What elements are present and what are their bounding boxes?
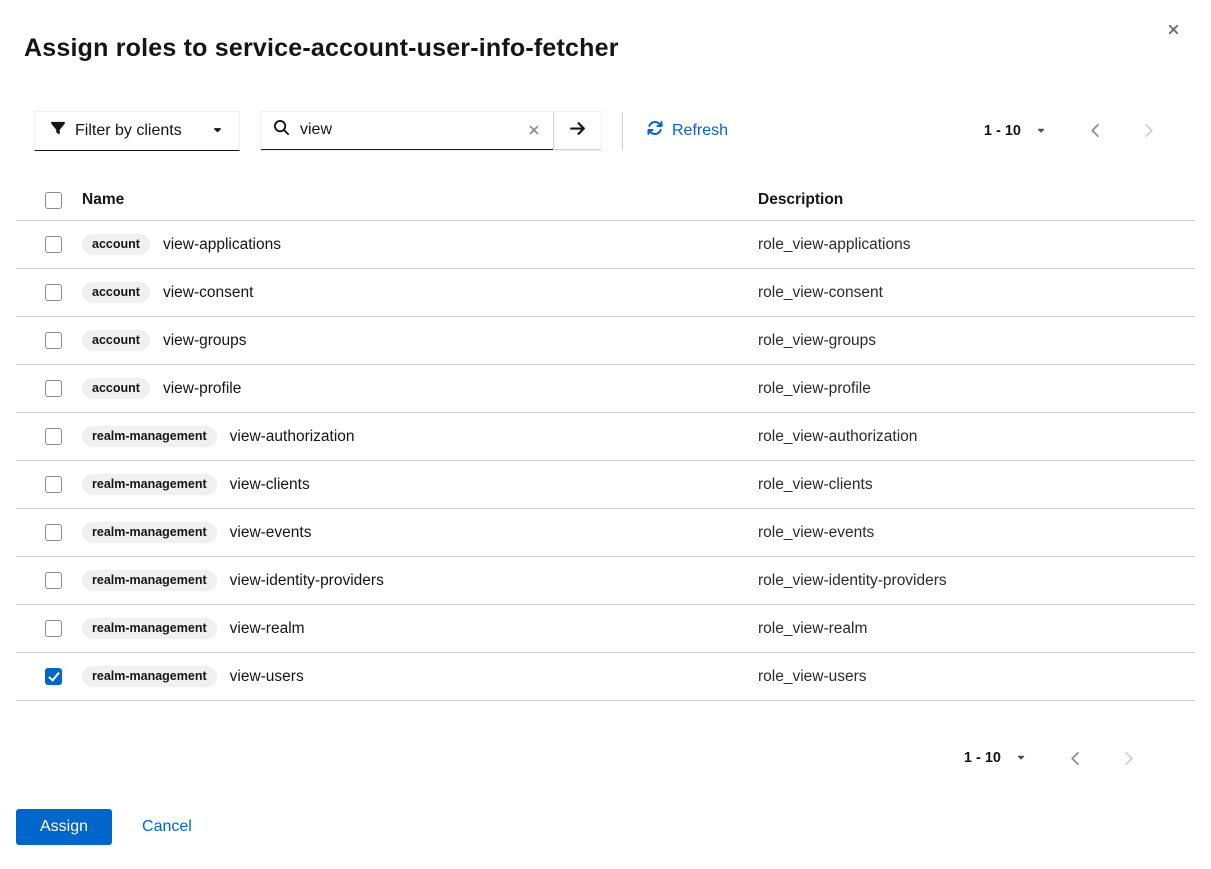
next-page-icon [1123, 754, 1135, 769]
client-badge: account [82, 234, 150, 255]
search-submit-button[interactable] [553, 112, 601, 150]
next-page-button[interactable] [1109, 743, 1149, 774]
assign-button[interactable]: Assign [16, 809, 112, 845]
refresh-label: Refresh [672, 122, 728, 140]
toolbar: Filter by clients Refre [0, 111, 1211, 151]
row-checkbox[interactable] [45, 332, 62, 349]
row-checkbox[interactable] [45, 284, 62, 301]
role-name: view-authorization [230, 428, 355, 446]
row-checkbox[interactable] [45, 476, 62, 493]
role-name: view-groups [163, 332, 247, 350]
refresh-icon [647, 120, 663, 141]
modal-header: Assign roles to service-account-user-inf… [0, 0, 1211, 82]
role-description: role_view-clients [758, 461, 1195, 509]
role-description: role_view-authorization [758, 413, 1195, 461]
role-description: role_view-identity-providers [758, 557, 1195, 605]
next-page-button[interactable] [1129, 115, 1169, 146]
row-checkbox[interactable] [45, 620, 62, 637]
search-icon [274, 120, 289, 140]
client-badge: realm-management [82, 474, 217, 495]
table-row: realm-management view-clients role_view-c… [16, 461, 1195, 509]
client-badge: realm-management [82, 426, 217, 447]
previous-page-button[interactable] [1076, 115, 1116, 146]
previous-page-button[interactable] [1056, 743, 1096, 774]
client-badge: account [82, 378, 150, 399]
role-name: view-identity-providers [230, 572, 384, 590]
client-badge: account [82, 282, 150, 303]
role-name: view-clients [230, 476, 310, 494]
row-checkbox[interactable] [45, 572, 62, 589]
caret-down-icon [212, 122, 223, 140]
toolbar-divider [622, 112, 623, 150]
search-input[interactable] [298, 120, 516, 140]
role-name: view-consent [163, 284, 253, 302]
clear-icon [527, 125, 541, 140]
pagination-toggle[interactable]: 1 - 10 [976, 117, 1054, 145]
modal-footer: Assign Cancel [0, 809, 192, 845]
table-row: account view-profile role_view-profile [16, 365, 1195, 413]
role-name: view-events [230, 524, 312, 542]
pagination-top: 1 - 10 [976, 115, 1169, 146]
filter-icon [51, 121, 65, 140]
table-row: realm-management view-users role_view-use… [16, 653, 1195, 701]
pagination-range: 1 - 10 [964, 750, 1001, 766]
table-row: account view-groups role_view-groups [16, 317, 1195, 365]
role-description: role_view-users [758, 653, 1195, 701]
role-name: view-realm [230, 620, 305, 638]
column-header-name: Name [82, 181, 758, 221]
role-description: role_view-events [758, 509, 1195, 557]
role-description: role_view-applications [758, 221, 1195, 269]
cancel-button[interactable]: Cancel [142, 818, 192, 836]
pagination-toggle[interactable]: 1 - 10 [956, 744, 1034, 772]
pagination-bottom: 1 - 10 [0, 738, 1211, 778]
arrow-right-icon [569, 120, 586, 140]
search-group [260, 111, 602, 151]
table-row: realm-management view-realm role_view-rea… [16, 605, 1195, 653]
table-row: realm-management view-events role_view-ev… [16, 509, 1195, 557]
client-badge: account [82, 330, 150, 351]
row-checkbox[interactable] [45, 428, 62, 445]
client-badge: realm-management [82, 522, 217, 543]
close-button[interactable] [1160, 16, 1187, 43]
row-checkbox[interactable] [45, 524, 62, 541]
caret-down-icon [1016, 750, 1026, 766]
refresh-button[interactable]: Refresh [639, 116, 736, 145]
role-name: view-users [230, 668, 304, 686]
column-header-description: Description [758, 181, 1195, 221]
table-row: realm-management view-authorization role_… [16, 413, 1195, 461]
role-name: view-profile [163, 380, 241, 398]
row-checkbox[interactable] [45, 380, 62, 397]
page-title: Assign roles to service-account-user-inf… [24, 31, 619, 65]
table-row: account view-consent role_view-consent [16, 269, 1195, 317]
client-badge: realm-management [82, 570, 217, 591]
previous-page-icon [1090, 126, 1102, 141]
role-name: view-applications [163, 236, 281, 254]
previous-page-icon [1070, 754, 1082, 769]
filter-dropdown[interactable]: Filter by clients [34, 111, 240, 151]
select-all-checkbox[interactable] [45, 192, 62, 209]
caret-down-icon [1036, 123, 1046, 139]
clear-search-button[interactable] [525, 121, 543, 139]
role-description: role_view-profile [758, 365, 1195, 413]
role-description: role_view-consent [758, 269, 1195, 317]
next-page-icon [1143, 126, 1155, 141]
client-badge: realm-management [82, 618, 217, 639]
table-header-row: Name Description [16, 181, 1195, 221]
filter-label: Filter by clients [75, 122, 182, 140]
client-badge: realm-management [82, 666, 217, 687]
table-row: account view-applications role_view-appli… [16, 221, 1195, 269]
role-description: role_view-groups [758, 317, 1195, 365]
table-row: realm-managementview-identity-providers … [16, 557, 1195, 605]
role-description: role_view-realm [758, 605, 1195, 653]
pagination-range: 1 - 10 [984, 123, 1021, 139]
roles-table: Name Description account view-application… [16, 181, 1195, 702]
row-checkbox[interactable] [45, 668, 62, 685]
row-checkbox[interactable] [45, 236, 62, 253]
close-icon [1166, 25, 1181, 40]
